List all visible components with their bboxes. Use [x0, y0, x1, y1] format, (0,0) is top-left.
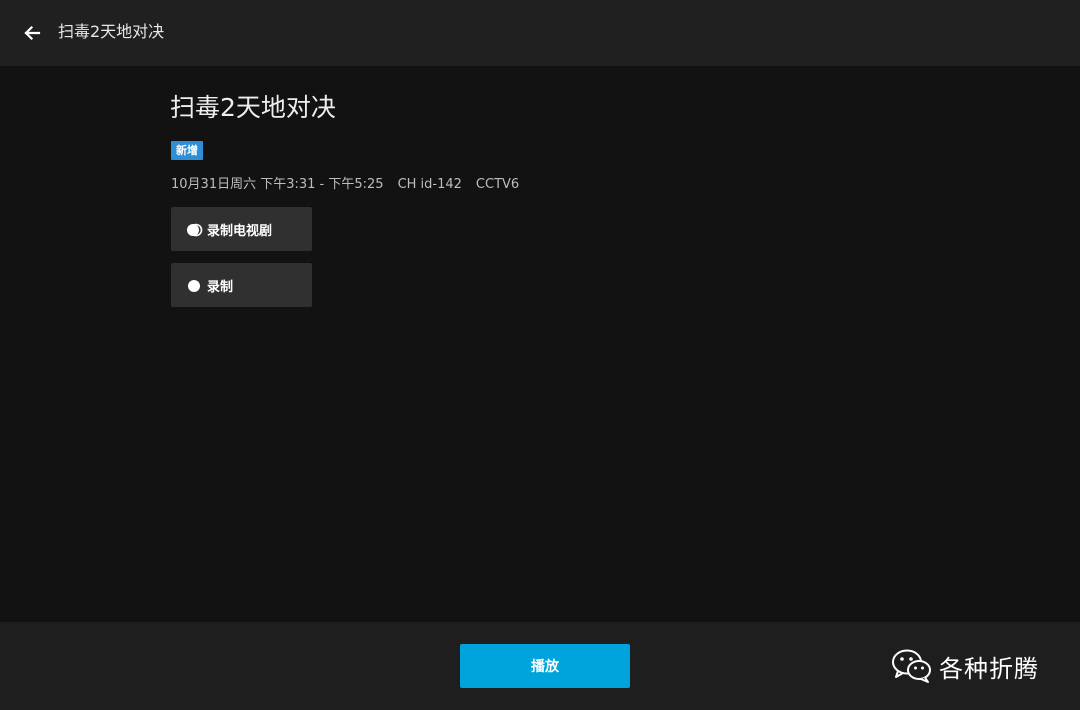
arrow-left-icon — [24, 25, 41, 41]
program-datetime: 10月31日周六 下午3:31 - 下午5:25 — [171, 177, 384, 192]
watermark-text: 各种折腾 — [939, 654, 1039, 683]
header-title: 扫毒2天地对决 — [58, 22, 165, 41]
play-button[interactable]: 播放 — [460, 644, 630, 688]
record-series-label: 录制电视剧 — [207, 223, 273, 239]
footer-bar: 播放 各种折腾 — [0, 622, 1080, 710]
watermark: 各种折腾 — [891, 644, 1039, 688]
record-icon — [186, 278, 204, 292]
program-title: 扫毒2天地对决 — [170, 93, 336, 122]
back-button[interactable] — [18, 19, 46, 47]
record-button[interactable]: 录制 — [171, 263, 312, 307]
record-label: 录制 — [207, 279, 234, 295]
channel-name: CCTV6 — [475, 177, 520, 192]
wechat-icon — [892, 649, 931, 683]
new-badge: 新增 — [171, 141, 203, 160]
program-meta: 10月31日周六 下午3:31 - 下午5:25 CH id-142 CCTV6 — [171, 176, 519, 194]
record-series-button[interactable]: 录制电视剧 — [171, 207, 312, 251]
record-series-icon — [186, 222, 204, 237]
app-window: 扫毒2天地对决 扫毒2天地对决 新增 10月31日周六 下午3:31 - 下午5… — [0, 0, 1080, 710]
top-bar: 扫毒2天地对决 — [0, 0, 1080, 66]
channel-number: CH id-142 — [397, 177, 462, 192]
